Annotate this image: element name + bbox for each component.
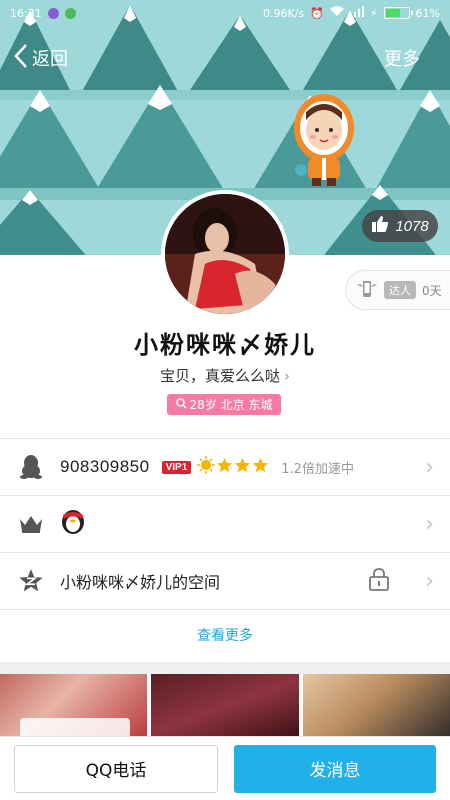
- photo-strip: [0, 674, 450, 740]
- signal-icon: [349, 6, 364, 20]
- profile-name: 小粉咪咪〆娇儿: [134, 331, 316, 359]
- avatar-photo: [165, 194, 285, 314]
- app-notification-icon: [47, 7, 59, 19]
- space-title: 小粉咪咪〆娇儿的空间: [60, 573, 221, 592]
- level-icons: [197, 456, 269, 478]
- see-more-link[interactable]: 查看更多: [0, 620, 450, 652]
- photo-thumbnail[interactable]: [0, 674, 148, 740]
- divider: [0, 609, 450, 610]
- winged-phone-icon: [356, 279, 378, 302]
- more-button[interactable]: 更多: [384, 45, 436, 71]
- chevron-left-icon: [14, 43, 28, 74]
- expert-label: 达人: [384, 281, 416, 299]
- back-label: 返回: [32, 49, 68, 70]
- chevron-right-icon: ›: [425, 568, 434, 594]
- avatar[interactable]: [161, 190, 289, 318]
- signature-text: 宝贝，真爱么么哒: [159, 367, 280, 385]
- user-info-tag[interactable]: 28岁 北京 东城: [167, 394, 281, 415]
- section-separator: [0, 662, 450, 674]
- user-info-text: 28岁 北京 东城: [189, 398, 273, 412]
- send-message-button[interactable]: 发消息: [234, 744, 436, 793]
- qzone-star-icon: [18, 568, 44, 594]
- star-icon: [252, 457, 269, 478]
- status-bar: 16:31 0.96K/s ⏰ ⚡ 61%: [0, 0, 450, 26]
- qq-number-row[interactable]: 908309850 VIP1 1.2倍加速中 ›: [0, 439, 450, 495]
- charging-icon: ⚡: [369, 6, 378, 20]
- star-icon: [234, 457, 251, 478]
- like-button[interactable]: 1078: [362, 210, 438, 242]
- expert-days: 0天: [422, 283, 442, 298]
- signature[interactable]: 宝贝，真爱么么哒 ›: [0, 365, 450, 386]
- star-icon: [216, 457, 233, 478]
- battery-icon: [383, 7, 413, 19]
- back-button[interactable]: 返回: [14, 43, 68, 74]
- like-count: 1078: [395, 217, 429, 235]
- expert-badge[interactable]: 达人 0天: [345, 270, 450, 310]
- chevron-right-icon: ›: [284, 367, 290, 385]
- chevron-right-icon: ›: [425, 511, 434, 537]
- chevron-right-icon: ›: [425, 454, 434, 480]
- qzone-row[interactable]: 小粉咪咪〆娇儿的空间 ›: [0, 553, 450, 609]
- wifi-icon: [329, 6, 344, 20]
- sun-icon: [197, 456, 216, 478]
- alarm-icon: ⏰: [310, 6, 324, 20]
- app-notification-icon: [64, 7, 76, 19]
- photo-thumbnail[interactable]: [151, 674, 299, 740]
- status-time: 16:31: [10, 6, 42, 20]
- crown-icon: [18, 511, 44, 537]
- search-icon: [175, 397, 187, 412]
- photo-thumbnail[interactable]: [302, 674, 450, 740]
- net-speed: 0.96K/s: [262, 6, 305, 20]
- top-navigation: 返回 更多: [0, 40, 450, 76]
- bottom-action-bar: QQ电话 发消息: [0, 736, 450, 800]
- qq-call-button[interactable]: QQ电话: [14, 744, 218, 793]
- lock-icon: [368, 567, 390, 595]
- vip-badge: VIP1: [161, 460, 192, 474]
- red-penguin-badge-icon: [60, 509, 86, 539]
- speed-text: 1.2倍加速中: [281, 461, 354, 477]
- battery-level: 61%: [415, 6, 440, 20]
- penguin-icon: [18, 454, 44, 480]
- qq-number: 908309850: [60, 457, 150, 476]
- thumbs-up-icon: [371, 215, 389, 237]
- vip-row[interactable]: ›: [0, 496, 450, 552]
